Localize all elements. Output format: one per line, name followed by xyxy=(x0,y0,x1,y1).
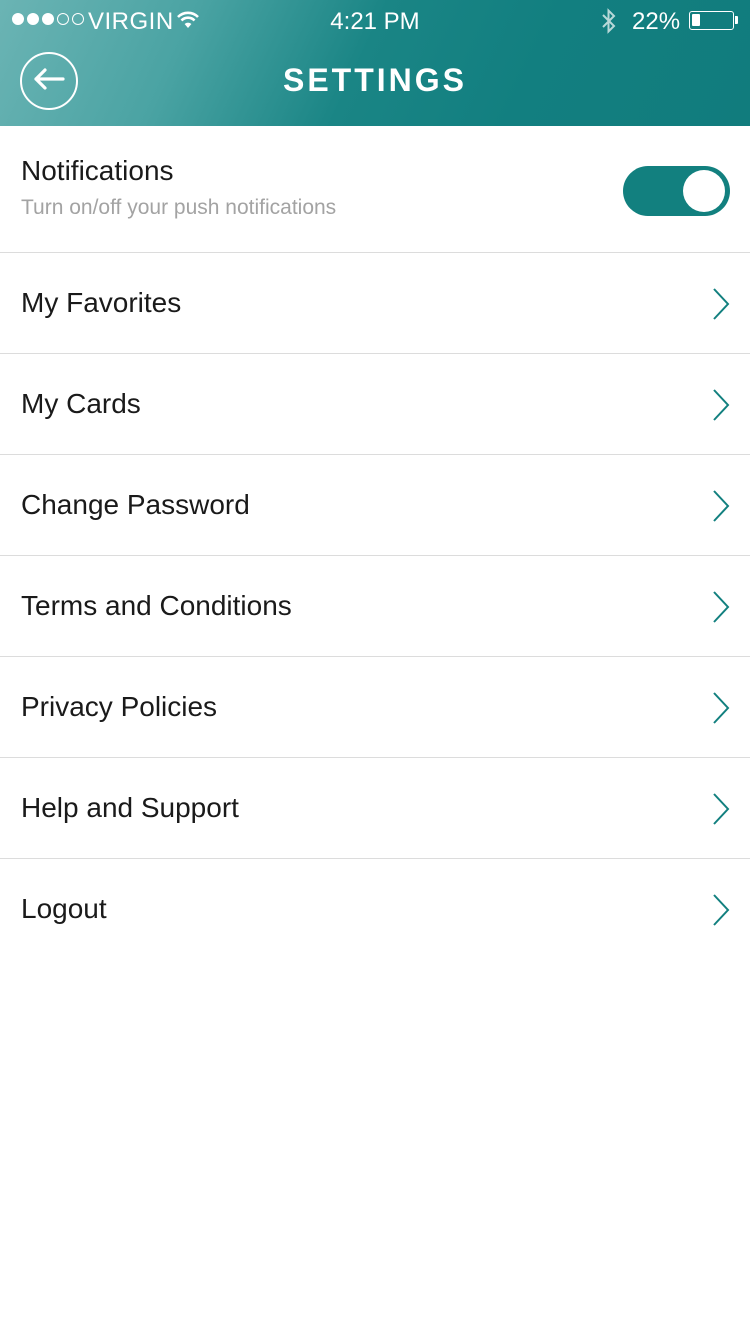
chevron-right-icon xyxy=(711,489,731,528)
menu-item-label: Help and Support xyxy=(21,792,239,823)
menu-item-change-password[interactable]: Change Password xyxy=(0,455,750,556)
settings-menu: My Favorites My Cards Change Password Te… xyxy=(0,253,750,960)
chevron-right-icon xyxy=(711,590,731,629)
status-bar: VIRGIN 4:21 PM 22% xyxy=(0,0,750,40)
chevron-right-icon xyxy=(711,388,731,427)
bluetooth-icon xyxy=(600,8,618,41)
app-header: VIRGIN 4:21 PM 22% SETTINGS xyxy=(0,0,750,126)
menu-item-logout[interactable]: Logout xyxy=(0,859,750,960)
chevron-right-icon xyxy=(711,792,731,831)
menu-item-label: Privacy Policies xyxy=(21,691,218,722)
notifications-title: Notifications xyxy=(21,155,174,186)
menu-item-label: Logout xyxy=(21,893,107,924)
menu-item-label: My Cards xyxy=(21,388,141,419)
menu-item-my-favorites[interactable]: My Favorites xyxy=(0,253,750,354)
notifications-toggle[interactable] xyxy=(623,166,730,216)
page-title: SETTINGS xyxy=(282,62,467,98)
menu-item-label: Terms and Conditions xyxy=(21,590,292,621)
notifications-setting-row: Notifications Turn on/off your push noti… xyxy=(0,126,750,253)
notifications-subtitle: Turn on/off your push notifications xyxy=(21,196,337,219)
menu-item-my-cards[interactable]: My Cards xyxy=(0,354,750,455)
menu-item-privacy-policies[interactable]: Privacy Policies xyxy=(0,657,750,758)
battery-percent: 22% xyxy=(632,8,681,35)
chevron-right-icon xyxy=(711,287,731,326)
menu-item-label: My Favorites xyxy=(21,287,182,318)
menu-item-help-and-support[interactable]: Help and Support xyxy=(0,758,750,859)
toggle-knob xyxy=(683,170,725,212)
chevron-right-icon xyxy=(711,691,731,730)
chevron-right-icon xyxy=(711,893,731,932)
battery-level xyxy=(692,14,700,26)
menu-item-terms-and-conditions[interactable]: Terms and Conditions xyxy=(0,556,750,657)
menu-item-label: Change Password xyxy=(21,489,250,520)
battery-tip xyxy=(735,16,738,24)
battery-icon xyxy=(689,11,734,30)
